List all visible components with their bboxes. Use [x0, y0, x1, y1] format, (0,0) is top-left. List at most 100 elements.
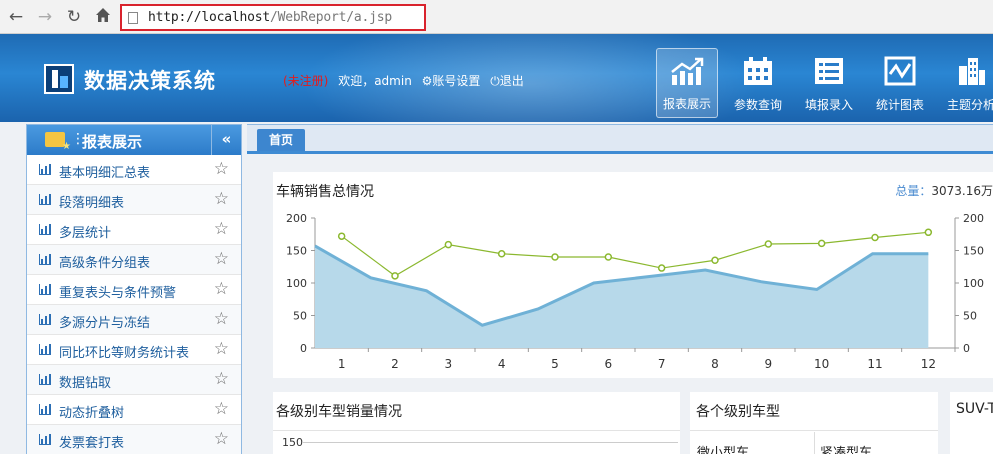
app-header: 数据决策系统 (未注册) 欢迎，admin ⚙账号设置 ⏻退出 报表展示 参数查…: [0, 34, 993, 122]
bar-chart-icon: [39, 224, 51, 235]
right-y-tick-label: 100: [963, 277, 984, 290]
star-icon[interactable]: ☆: [214, 279, 229, 299]
sidebar-item-label: 数据钻取: [59, 376, 112, 391]
reload-icon[interactable]: ↻: [64, 7, 84, 27]
car-level-col-compact: 紧凑型车: [820, 446, 873, 454]
bar-chart-icon: [39, 404, 51, 415]
line-series-point: [604, 253, 613, 261]
line-series-point: [337, 232, 346, 240]
suv-title: SUV-T: [956, 401, 993, 417]
sidebar-item[interactable]: 数据钻取 ☆: [27, 365, 241, 395]
sidebar-title: 报表展示: [82, 133, 143, 151]
sidebar-item-label: 基本明细汇总表: [59, 166, 151, 181]
star-icon[interactable]: ☆: [214, 429, 229, 449]
app-title: 数据决策系统: [84, 69, 216, 93]
line-series-point: [391, 272, 399, 280]
left-y-tick-label: 200: [286, 212, 307, 225]
sidebar-item[interactable]: 同比环比等财务统计表 ☆: [27, 335, 241, 365]
star-icon[interactable]: ☆: [214, 339, 229, 359]
car-level-card: 各个级别车型 微小型车 紧凑型车: [690, 392, 938, 454]
logo-icon: [44, 64, 74, 94]
star-icon[interactable]: ☆: [214, 309, 229, 329]
tool-param-query[interactable]: 参数查询: [727, 48, 789, 118]
sidebar-item[interactable]: 基本明细汇总表 ☆: [27, 155, 241, 185]
right-y-tick-label: 0: [963, 342, 970, 355]
line-series-point: [817, 239, 826, 248]
level-sales-card: 各级别车型销量情况 150: [273, 392, 680, 454]
back-icon[interactable]: ←: [6, 7, 26, 27]
suv-card: SUV-T: [950, 392, 993, 454]
x-tick-label: 3: [445, 357, 453, 371]
star-icon[interactable]: ☆: [214, 189, 229, 209]
tool-form-entry[interactable]: 填报录入: [798, 48, 860, 118]
browser-toolbar: ← → ↻ http://localhost/WebReport/a.jsp: [0, 0, 993, 34]
line-series-point: [871, 233, 879, 242]
left-y-tick-label: 50: [293, 310, 307, 323]
x-tick-label: 4: [498, 357, 506, 371]
main-toolbar: 报表展示 参数查询 填报录入 统计图表 主题分析: [656, 48, 993, 118]
line-series-point: [497, 250, 506, 258]
left-y-tick-label: 100: [286, 277, 307, 290]
star-icon[interactable]: ☆: [214, 159, 229, 179]
x-tick-label: 5: [551, 357, 559, 371]
sidebar-item-label: 多层统计: [59, 226, 112, 241]
collapse-sidebar-button[interactable]: «: [211, 125, 241, 155]
bar-chart-icon: [39, 344, 51, 355]
x-tick-label: 8: [711, 357, 719, 371]
sidebar-item-label: 重复表头与条件预警: [59, 286, 177, 301]
car-level-title: 各个级别车型: [696, 404, 780, 420]
vehicle-sales-card: 车辆销售总情况 总量：3073.16万 0 0 50 50 100 100 150 150 20…: [273, 172, 993, 378]
x-tick-label: 10: [814, 357, 829, 371]
bar-chart-icon: [39, 434, 51, 445]
bar-chart-icon: [39, 194, 51, 205]
sidebar-item-label: 高级条件分组表: [59, 256, 151, 271]
star-icon[interactable]: ☆: [214, 249, 229, 269]
line-series-point: [764, 240, 773, 248]
sidebar-item[interactable]: 高级条件分组表 ☆: [27, 245, 241, 275]
left-y-tick-label: 0: [300, 342, 307, 355]
star-icon[interactable]: ☆: [214, 369, 229, 389]
line-series-point: [924, 228, 933, 237]
user-area: (未注册) 欢迎，admin ⚙账号设置 ⏻退出: [283, 72, 530, 89]
tool-report-display[interactable]: 报表展示: [656, 48, 718, 118]
x-tick-label: 9: [765, 357, 773, 371]
tool-stat-chart[interactable]: 统计图表: [869, 48, 931, 118]
x-tick-label: 2: [391, 357, 399, 371]
tool-theme-analysis[interactable]: 主题分析: [940, 48, 993, 118]
bar-chart-icon: [39, 374, 51, 385]
line-chart-icon: [884, 56, 916, 86]
sidebar-item[interactable]: 段落明细表 ☆: [27, 185, 241, 215]
list-icon: [815, 58, 843, 84]
line-series: [341, 231, 929, 277]
sidebar-list: 基本明细汇总表 ☆ 段落明细表 ☆ 多层统计 ☆ 高级条件分组表 ☆ 重复表头与条件预警 ☆ 多源分…: [27, 155, 241, 454]
star-icon[interactable]: ☆: [214, 219, 229, 239]
account-settings-link[interactable]: ⚙账号设置: [422, 74, 481, 88]
sidebar-item[interactable]: 动态折叠树 ☆: [27, 395, 241, 425]
x-tick-label: 1: [338, 357, 346, 371]
sidebar-item-label: 同比环比等财务统计表: [59, 346, 190, 361]
x-tick-label: 11: [867, 357, 882, 371]
tab-bar: 首页: [247, 124, 993, 154]
sidebar-item[interactable]: 重复表头与条件预警 ☆: [27, 275, 241, 305]
line-series-point: [657, 264, 666, 272]
address-bar[interactable]: http://localhost/WebReport/a.jsp: [120, 4, 426, 31]
sales-chart: 0 050 50100 100150 150200 2001 2 3 4 5 6 7 8 9 10 11 12: [286, 212, 984, 371]
line-series-point: [711, 256, 719, 264]
bar-chart-icon: [39, 254, 51, 265]
bar-chart-icon: [39, 314, 51, 325]
star-icon[interactable]: ☆: [214, 399, 229, 419]
unregistered-label: (未注册): [283, 74, 329, 88]
forward-icon[interactable]: →: [35, 7, 55, 27]
page-icon: [128, 12, 138, 24]
sidebar-item[interactable]: 多层统计 ☆: [27, 215, 241, 245]
sidebar-item-label: 发票套打表: [59, 436, 125, 451]
area-series-fill: [315, 245, 929, 348]
logout-link[interactable]: ⏻退出: [490, 74, 524, 88]
sidebar-item[interactable]: 多源分片与冻结 ☆: [27, 305, 241, 335]
line-series-point: [444, 240, 453, 249]
right-y-tick-label: 150: [963, 245, 984, 258]
home-icon[interactable]: [93, 7, 113, 27]
sidebar-item[interactable]: 发票套打表 ☆: [27, 425, 241, 454]
folder-star-icon: [45, 132, 71, 152]
tab-home[interactable]: 首页: [257, 129, 305, 151]
